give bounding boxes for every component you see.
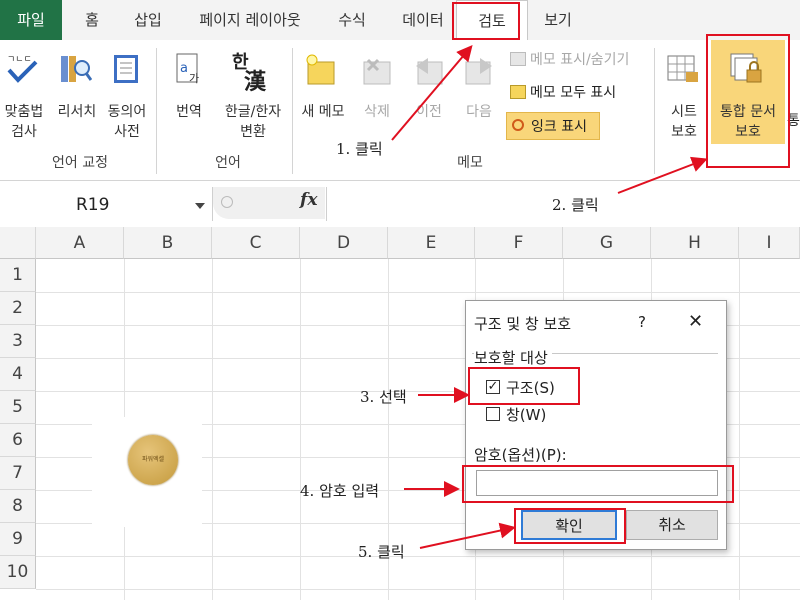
arrow-step2 [617, 156, 708, 194]
arrow-step5 [419, 522, 516, 549]
arrow-step1 [391, 44, 473, 141]
annotation-arrows [391, 44, 708, 549]
